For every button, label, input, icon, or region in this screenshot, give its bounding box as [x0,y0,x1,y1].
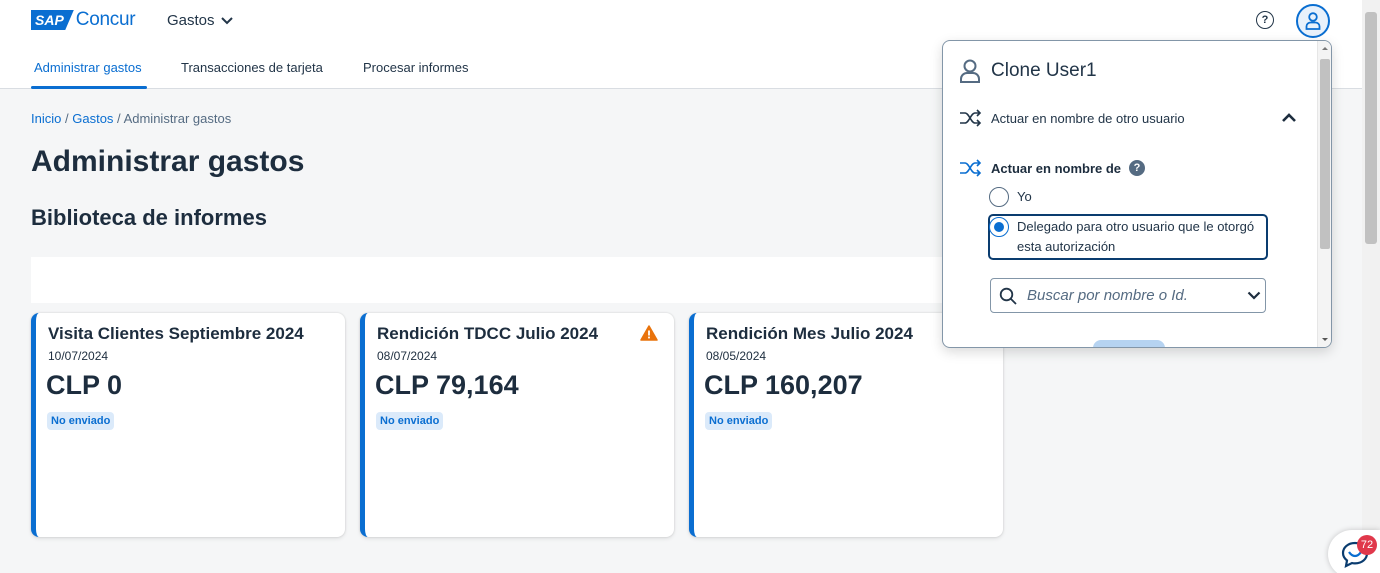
sap-concur-logo[interactable]: SAP Concur [31,9,136,31]
logo-text: Concur [75,9,136,30]
page-scrollbar[interactable] [1362,0,1380,573]
search-icon [999,287,1017,305]
chevron-down-icon [220,16,233,24]
radio-label: Yo [1017,189,1032,204]
user-icon [1305,12,1321,30]
radio-option-yo[interactable]: Yo [989,187,1032,207]
status-badge: No enviado [705,412,773,430]
shuffle-icon [960,109,982,127]
tab-procesar-informes[interactable]: Procesar informes [363,60,468,75]
breadcrumb-inicio[interactable]: Inicio [31,111,61,126]
page-scroll-thumb[interactable] [1365,12,1377,244]
report-date: 10/07/2024 [48,349,109,363]
status-badge: No enviado [47,412,115,430]
status-badge: No enviado [376,412,444,430]
report-library-toolbar [31,257,946,303]
report-title: Rendición Mes Julio 2024 [706,324,913,343]
report-title: Rendición TDCC Julio 2024 [377,324,599,343]
report-amount: CLP 160,207 [704,370,863,400]
breadcrumb-gastos[interactable]: Gastos [72,111,113,126]
act-as-label-row: Actuar en nombre de ? [959,159,1146,177]
help-info-icon[interactable]: ? [1129,160,1146,176]
radio-button-selected[interactable] [989,217,1009,237]
question-circle-icon: ? [1261,14,1269,26]
user-search-combobox[interactable] [990,278,1266,313]
report-date: 08/07/2024 [377,349,438,363]
chevron-down-icon[interactable] [1247,291,1261,300]
app-switcher[interactable]: Gastos [167,12,233,29]
panel-user-header: Clone User1 [959,59,1097,83]
section-title: Biblioteca de informes [31,205,267,230]
breadcrumb-separator: / [117,111,121,126]
app-switcher-label: Gastos [167,12,215,29]
report-date: 08/05/2024 [706,349,767,363]
scroll-down-icon[interactable] [1318,335,1332,345]
warning-icon [640,325,658,341]
user-name: Clone User1 [991,60,1097,81]
breadcrumb-separator: / [64,111,69,126]
radio-label: Delegado para otro usuario que le otorgó… [1017,219,1255,254]
shuffle-icon [960,159,982,177]
breadcrumb: Inicio / Gastos / Administrar gastos [31,111,231,126]
report-card[interactable]: Visita Clientes Septiembre 2024 10/07/20… [31,313,345,537]
active-tab-indicator [31,86,147,89]
radio-button[interactable] [989,187,1009,207]
top-header: SAP Concur Gastos ? [0,0,1362,42]
profile-dropdown-panel: Clone User1 Actuar en nombre de otro usu… [942,40,1332,348]
radio-option-delegado[interactable]: Delegado para otro usuario que le otorgó… [989,217,1267,257]
breadcrumb-current: Administrar gastos [123,111,232,126]
panel-scrollbar[interactable] [1317,41,1331,347]
user-icon [960,59,980,83]
act-on-behalf-label: Actuar en nombre de otro usuario [991,110,1185,126]
search-input[interactable] [1027,287,1237,304]
report-title: Visita Clientes Septiembre 2024 [48,324,304,343]
notification-count-badge: 72 [1357,535,1377,555]
help-button[interactable]: ? [1256,11,1274,29]
logo-badge: SAP [31,10,74,30]
report-amount: CLP 79,164 [375,370,519,400]
profile-button[interactable] [1296,4,1330,38]
scroll-up-icon[interactable] [1318,43,1332,53]
report-card[interactable]: Rendición TDCC Julio 2024 08/07/2024 CLP… [360,313,674,537]
tab-transacciones-de-tarjeta[interactable]: Transacciones de tarjeta [181,60,323,75]
panel-action-button[interactable] [1093,340,1165,347]
act-as-label: Actuar en nombre de [991,160,1122,176]
tab-administrar-gastos[interactable]: Administrar gastos [34,60,142,75]
page-title: Administrar gastos [31,145,305,178]
chevron-up-icon[interactable] [1281,111,1297,123]
panel-scroll-thumb[interactable] [1320,59,1330,249]
report-amount: CLP 0 [46,370,123,400]
act-on-behalf-toggle[interactable]: Actuar en nombre de otro usuario [959,109,1185,127]
